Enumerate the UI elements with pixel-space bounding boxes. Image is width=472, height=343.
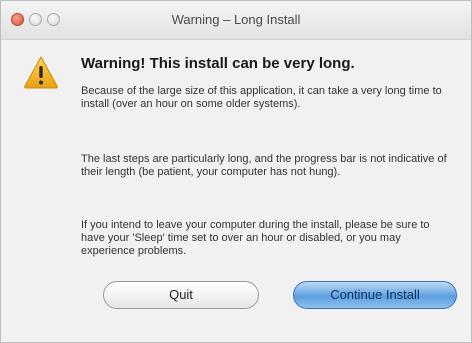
window-title: Warning – Long Install <box>171 12 301 27</box>
message-paragraph-2: The last steps are particularly long, an… <box>81 153 447 178</box>
warning-heading: Warning! This install can be very long. <box>81 55 355 72</box>
message-paragraph-3: If you intend to leave your computer dur… <box>81 219 430 257</box>
install-warning-window: Warning – Long Install Warning! This ins… <box>0 0 472 343</box>
quit-button[interactable]: Quit <box>103 281 259 309</box>
continue-install-button[interactable]: Continue Install <box>293 281 457 309</box>
titlebar: Warning – Long Install <box>1 1 471 40</box>
warning-icon <box>24 55 58 89</box>
message-paragraph-1: Because of the large size of this applic… <box>81 85 442 110</box>
